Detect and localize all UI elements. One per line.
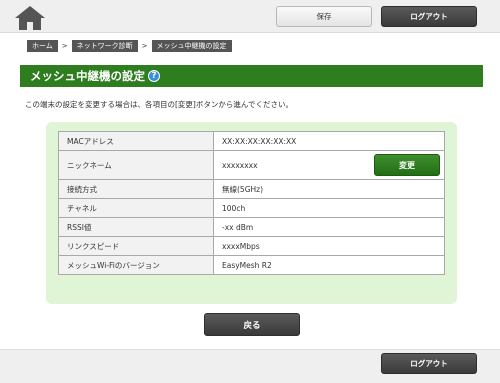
breadcrumb-mesh-settings: メッシュ中継機の設定 xyxy=(151,40,232,52)
breadcrumb-network-diagnosis[interactable]: ネットワーク診断 xyxy=(71,40,138,52)
row-value-nickname-cell: xxxxxxxx 変更 xyxy=(213,150,445,180)
table-row: MACアドレス XX:XX:XX:XX:XX:XX xyxy=(58,131,445,151)
row-label-rssi: RSSI値 xyxy=(58,217,214,237)
row-label-link-speed: リンクスピード xyxy=(58,236,214,256)
row-label-nickname: ニックネーム xyxy=(58,150,214,180)
page-title-bar: メッシュ中継機の設定 ? xyxy=(20,65,483,87)
logout-button-top[interactable]: ログアウト xyxy=(381,6,477,27)
logout-button-bottom[interactable]: ログアウト xyxy=(381,353,477,374)
row-value-link-speed: xxxxMbps xyxy=(213,236,445,256)
breadcrumb-home[interactable]: ホーム xyxy=(27,40,58,52)
row-value-connection: 無線(5GHz) xyxy=(213,179,445,199)
row-value-mac: XX:XX:XX:XX:XX:XX xyxy=(213,131,445,151)
row-value-nickname: xxxxxxxx xyxy=(222,160,258,170)
table-row: メッシュWi-Fiのバージョン EasyMesh R2 xyxy=(58,255,445,275)
row-label-mac: MACアドレス xyxy=(58,131,214,151)
row-label-channel: チャネル xyxy=(58,198,214,218)
intro-text: この端末の設定を変更する場合は、各項目の[変更]ボタンから進んでください。 xyxy=(25,100,293,109)
table-row: チャネル 100ch xyxy=(58,198,445,218)
row-value-channel: 100ch xyxy=(213,198,445,218)
change-nickname-button[interactable]: 変更 xyxy=(374,154,440,176)
table-row: RSSI値 -xx dBm xyxy=(58,217,445,237)
table-row: リンクスピード xxxxMbps xyxy=(58,236,445,256)
row-value-mesh-version: EasyMesh R2 xyxy=(213,255,445,275)
row-label-mesh-version: メッシュWi-Fiのバージョン xyxy=(58,255,214,275)
page-title: メッシュ中継機の設定 xyxy=(30,69,145,83)
row-label-connection: 接続方式 xyxy=(58,179,214,199)
home-icon[interactable] xyxy=(14,5,46,31)
row-value-rssi: -xx dBm xyxy=(213,217,445,237)
table-row: 接続方式 無線(5GHz) xyxy=(58,179,445,199)
breadcrumb-separator: > xyxy=(141,42,148,50)
help-icon[interactable]: ? xyxy=(148,70,160,82)
table-row: ニックネーム xxxxxxxx 変更 xyxy=(58,150,445,180)
save-button[interactable]: 保存 xyxy=(276,6,372,27)
breadcrumb-separator: > xyxy=(61,42,68,50)
breadcrumb: ホーム > ネットワーク診断 > メッシュ中継機の設定 xyxy=(27,40,232,52)
back-button[interactable]: 戻る xyxy=(204,313,300,336)
device-info-table: MACアドレス XX:XX:XX:XX:XX:XX ニックネーム xxxxxxx… xyxy=(58,131,445,275)
